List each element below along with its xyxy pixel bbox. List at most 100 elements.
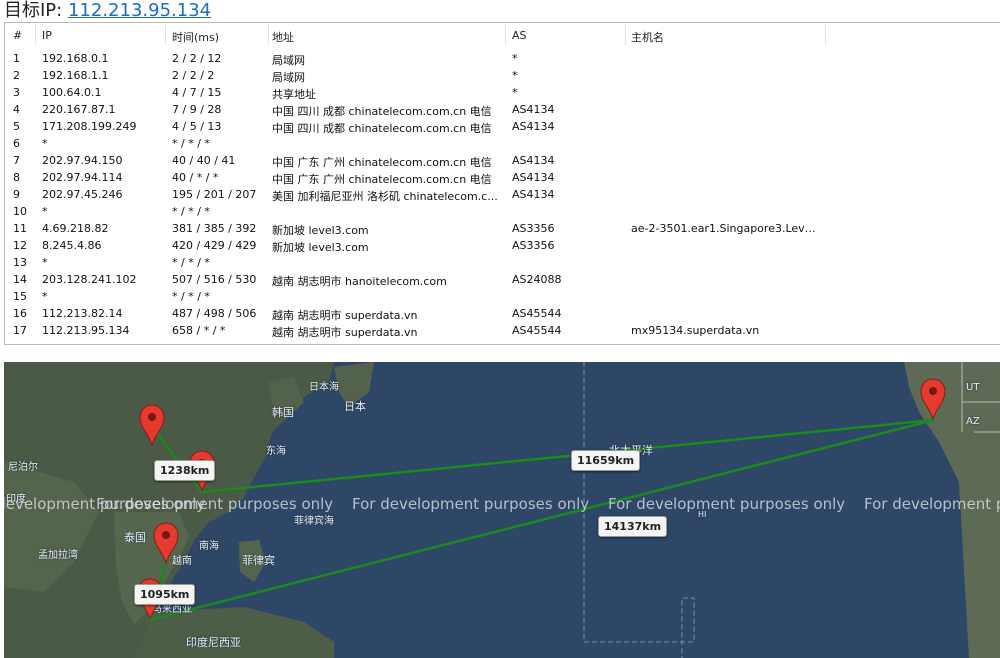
map-label: 孟加拉湾 xyxy=(38,550,78,561)
col-header-time[interactable]: 时间(ms) xyxy=(172,29,270,45)
column-divider xyxy=(825,25,826,45)
row-ip: 171.208.199.249 xyxy=(42,120,137,133)
dev-watermark: For development purposes only xyxy=(96,495,334,513)
row-index: 10 xyxy=(13,205,27,218)
map-label: 日本 xyxy=(344,400,366,413)
traceroute-table: # IP 时间(ms) 地址 AS 主机名 1 192.168.0.1 2 / 2 … xyxy=(4,22,1000,345)
map-label: AZ xyxy=(966,416,980,427)
table-row[interactable]: 17 112.213.95.134 658 / * / * 越南 胡志明市 super… xyxy=(5,322,1000,339)
col-header-address[interactable]: 地址 xyxy=(272,29,498,45)
target-ip-title: 目标IP: 112.213.95.134 xyxy=(4,0,211,22)
row-index: 15 xyxy=(13,290,27,303)
row-as: * xyxy=(512,69,518,82)
row-ip: 112.213.82.14 xyxy=(42,307,123,320)
row-as: AS4134 xyxy=(512,171,555,184)
column-divider xyxy=(165,25,166,45)
row-hostname: mx95134.superdata.vn xyxy=(631,324,760,337)
row-address: 共享地址 xyxy=(272,88,316,101)
row-address: 中国 四川 成都 chinatelecom.com.cn 电信 xyxy=(272,105,492,118)
target-ip-link[interactable]: 112.213.95.134 xyxy=(68,0,211,21)
col-header-ip[interactable]: IP xyxy=(42,29,167,42)
table-row[interactable]: 8 202.97.94.114 40 / * / * 中国 广东 广州 chinate… xyxy=(5,169,1000,186)
row-time: * / * / * xyxy=(172,205,210,218)
row-time: 4 / 7 / 15 xyxy=(172,86,222,99)
row-time: 420 / 429 / 429 xyxy=(172,239,257,252)
table-row[interactable]: 14 203.128.241.102 507 / 516 / 530 越南 胡志明市 … xyxy=(5,271,1000,288)
row-time: 658 / * / * xyxy=(172,324,226,337)
table-row[interactable]: 7 202.97.94.150 40 / 40 / 41 中国 广东 广州 china… xyxy=(5,152,1000,169)
row-ip: 192.168.1.1 xyxy=(42,69,109,82)
row-address: 局域网 xyxy=(272,54,305,67)
row-index: 16 xyxy=(13,307,27,320)
table-row[interactable]: 13 * * / * / * xyxy=(5,254,1000,271)
row-time: 2 / 2 / 2 xyxy=(172,69,215,82)
row-index: 12 xyxy=(13,239,27,252)
row-as: AS24088 xyxy=(512,273,562,286)
row-index: 8 xyxy=(13,171,20,184)
row-address: 越南 胡志明市 superdata.vn xyxy=(272,309,418,322)
row-ip: 203.128.241.102 xyxy=(42,273,137,286)
row-as: AS4134 xyxy=(512,154,555,167)
table-row[interactable]: 9 202.97.45.246 195 / 201 / 207 美国 加利福尼亚州 洛… xyxy=(5,186,1000,203)
table-row[interactable]: 3 100.64.0.1 4 / 7 / 15 共享地址 * xyxy=(5,84,1000,101)
map-label: UT xyxy=(966,382,980,393)
row-ip: 220.167.87.1 xyxy=(42,103,116,116)
table-row[interactable]: 1 192.168.0.1 2 / 2 / 12 局域网 * xyxy=(5,50,1000,67)
row-as: AS3356 xyxy=(512,239,555,252)
route-map[interactable]: 日本海 日本 韩国 尼泊尔 东海 北太平洋 印度 孟加拉湾 泰国 越南 菲律宾 … xyxy=(4,362,1000,658)
row-address: 中国 广东 广州 chinatelecom.com.cn 电信 xyxy=(272,156,492,169)
table-row[interactable]: 5 171.208.199.249 4 / 5 / 13 中国 四川 成都 china… xyxy=(5,118,1000,135)
column-divider xyxy=(268,25,269,45)
table-header: # IP 时间(ms) 地址 AS 主机名 xyxy=(5,23,1000,47)
dev-watermark: For development purposes only xyxy=(352,495,590,513)
row-time: * / * / * xyxy=(172,290,210,303)
row-time: 507 / 516 / 530 xyxy=(172,273,257,286)
row-address: 新加坡 level3.com xyxy=(272,241,369,254)
row-address: 中国 四川 成都 chinatelecom.com.cn 电信 xyxy=(272,122,492,135)
dev-watermark: For development purposes only xyxy=(864,495,1000,513)
dev-watermark: For development purposes only xyxy=(608,495,846,513)
row-index: 14 xyxy=(13,273,27,286)
row-as: AS3356 xyxy=(512,222,555,235)
row-ip: 112.213.95.134 xyxy=(42,324,130,337)
map-label: 菲律宾海 xyxy=(294,516,334,527)
map-label: 尼泊尔 xyxy=(8,462,38,473)
table-row[interactable]: 4 220.167.87.1 7 / 9 / 28 中国 四川 成都 chinatel… xyxy=(5,101,1000,118)
row-time: 195 / 201 / 207 xyxy=(172,188,257,201)
table-row[interactable]: 12 8.245.4.86 420 / 429 / 429 新加坡 level3.co… xyxy=(5,237,1000,254)
table-row[interactable]: 15 * * / * / * xyxy=(5,288,1000,305)
row-as: * xyxy=(512,52,518,65)
distance-label: 11659km xyxy=(571,450,641,471)
row-index: 4 xyxy=(13,103,20,116)
col-header-index[interactable]: # xyxy=(13,29,37,42)
table-row[interactable]: 2 192.168.1.1 2 / 2 / 2 局域网 * xyxy=(5,67,1000,84)
row-index: 13 xyxy=(13,256,27,269)
table-row[interactable]: 6 * * / * / * xyxy=(5,135,1000,152)
distance-label: 1238km xyxy=(154,460,216,481)
row-as: AS45544 xyxy=(512,307,562,320)
row-ip: 192.168.0.1 xyxy=(42,52,109,65)
row-index: 2 xyxy=(13,69,20,82)
row-address: 美国 加利福尼亚州 洛杉矶 chinatelecom.c... xyxy=(272,190,498,203)
col-header-hostname[interactable]: 主机名 xyxy=(631,29,821,45)
col-header-as[interactable]: AS xyxy=(512,29,622,42)
map-label: 东海 xyxy=(266,446,286,457)
row-time: 381 / 385 / 392 xyxy=(172,222,257,235)
map-pin-icon[interactable] xyxy=(920,378,946,420)
column-divider xyxy=(35,25,36,45)
map-pin-icon[interactable] xyxy=(153,522,179,564)
map-label: 日本海 xyxy=(309,382,339,393)
table-row[interactable]: 16 112.213.82.14 487 / 498 / 506 越南 胡志明市 su… xyxy=(5,305,1000,322)
map-pin-icon[interactable] xyxy=(139,404,165,446)
table-row[interactable]: 11 4.69.218.82 381 / 385 / 392 新加坡 level3.c… xyxy=(5,220,1000,237)
row-ip: 202.97.45.246 xyxy=(42,188,123,201)
row-as: AS45544 xyxy=(512,324,562,337)
distance-label: 1095km xyxy=(134,584,196,605)
table-row[interactable]: 10 * * / * / * xyxy=(5,203,1000,220)
row-time: 40 / 40 / 41 xyxy=(172,154,236,167)
map-label: 韩国 xyxy=(272,406,294,419)
row-time: * / * / * xyxy=(172,137,210,150)
map-label: 印度尼西亚 xyxy=(186,636,241,649)
column-divider xyxy=(505,25,506,45)
row-index: 7 xyxy=(13,154,20,167)
